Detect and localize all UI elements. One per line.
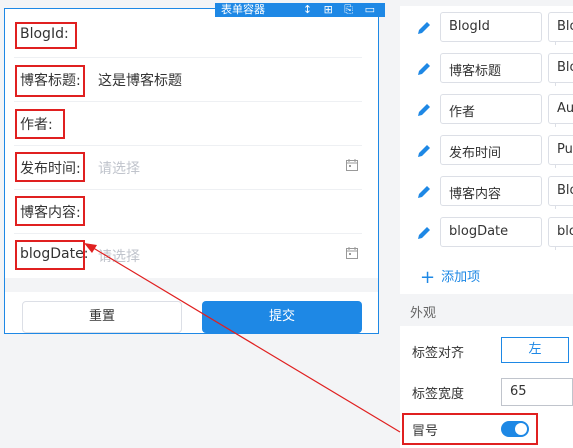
annotation-arrow <box>84 243 401 433</box>
